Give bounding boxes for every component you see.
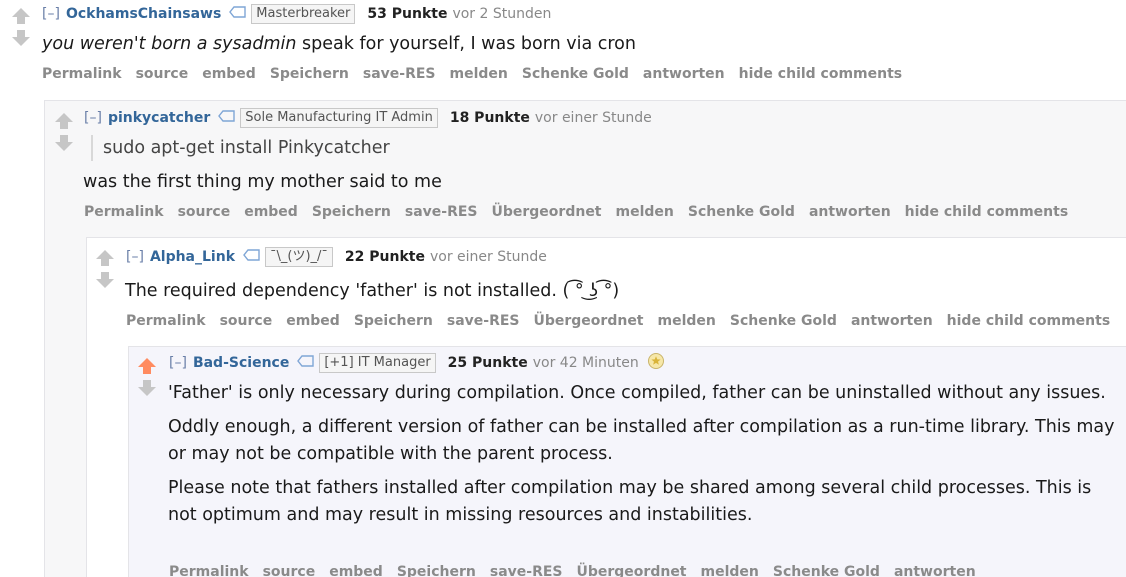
flair-tag-icon <box>297 355 315 371</box>
timestamp[interactable]: vor einer Stunde <box>535 110 652 126</box>
points-count: 22 Punkte <box>344 249 425 265</box>
save-res-button[interactable]: save-RES <box>447 313 520 329</box>
hide-child-comments-button[interactable]: hide child comments <box>947 313 1111 329</box>
comment-actions: Permalink source embed Speichern save-RE… <box>126 313 1124 329</box>
permalink-button[interactable]: Permalink <box>126 313 206 329</box>
user-flair: Masterbreaker <box>251 4 356 24</box>
comment-tagline: [–] pinkycatcher Sole Manufacturing IT A… <box>84 108 652 128</box>
permalink-button[interactable]: Permalink <box>42 66 122 82</box>
user-flair: [+1] IT Manager <box>319 353 436 373</box>
timestamp[interactable]: vor 2 Stunden <box>452 6 551 22</box>
report-button[interactable]: melden <box>701 564 759 577</box>
user-flair: ¯\_(ツ)_/¯ <box>265 247 333 267</box>
permalink-button[interactable]: Permalink <box>169 564 249 577</box>
comment-body-italic: you weren't born a sysadmin <box>42 34 297 54</box>
give-gold-button[interactable]: Schenke Gold <box>522 66 629 82</box>
comment-body-text: speak for yourself, I was born via cron <box>296 34 636 54</box>
embed-button[interactable]: embed <box>329 564 383 577</box>
parent-button[interactable]: Übergeordnet <box>577 564 687 577</box>
parent-button[interactable]: Übergeordnet <box>492 204 602 220</box>
gold-award-icon[interactable] <box>647 352 665 374</box>
comment-body: was the first thing my mother said to me <box>83 172 442 192</box>
save-res-button[interactable]: save-RES <box>405 204 478 220</box>
reply-button[interactable]: antworten <box>894 564 976 577</box>
collapse-toggle[interactable]: [–] <box>126 249 144 265</box>
comment-paragraph: Please note that fathers installed after… <box>168 478 1092 525</box>
save-res-button[interactable]: save-RES <box>490 564 563 577</box>
save-button[interactable]: Speichern <box>354 313 433 329</box>
flair-tag-icon <box>229 6 247 22</box>
author-link[interactable]: Bad-Science <box>193 355 289 371</box>
report-button[interactable]: melden <box>616 204 674 220</box>
save-button[interactable]: Speichern <box>312 204 391 220</box>
give-gold-button[interactable]: Schenke Gold <box>688 204 795 220</box>
upvote-arrow-icon[interactable] <box>53 111 75 131</box>
reply-button[interactable]: antworten <box>809 204 891 220</box>
save-button[interactable]: Speichern <box>270 66 349 82</box>
flair-tag-icon <box>243 249 261 265</box>
comment-actions: Permalink source embed Speichern save-RE… <box>84 204 1082 220</box>
source-button[interactable]: source <box>220 313 273 329</box>
comment-tagline: [–] OckhamsChainsaws Masterbreaker 53 Pu… <box>42 4 551 24</box>
author-link[interactable]: Alpha_Link <box>150 249 235 265</box>
comment-bad-science: [–] Bad-Science [+1] IT Manager 25 Punkt… <box>128 346 1126 577</box>
source-button[interactable]: source <box>136 66 189 82</box>
author-link[interactable]: pinkycatcher <box>108 110 210 126</box>
points-count: 25 Punkte <box>447 355 528 371</box>
hide-child-comments-button[interactable]: hide child comments <box>739 66 903 82</box>
embed-button[interactable]: embed <box>286 313 340 329</box>
comment-actions: Permalink source embed Speichern save-RE… <box>169 564 990 577</box>
upvote-arrow-icon[interactable] <box>94 248 116 268</box>
points-count: 18 Punkte <box>449 110 530 126</box>
report-button[interactable]: melden <box>450 66 508 82</box>
comment-paragraph: 'Father' is only necessary during compil… <box>168 383 1106 403</box>
give-gold-button[interactable]: Schenke Gold <box>730 313 837 329</box>
upvote-arrow-icon[interactable] <box>136 356 158 376</box>
comment-paragraph: Oddly enough, a different version of fat… <box>168 417 1115 464</box>
collapse-toggle[interactable]: [–] <box>84 110 102 126</box>
embed-button[interactable]: embed <box>202 66 256 82</box>
points-count: 53 Punkte <box>367 6 448 22</box>
reply-button[interactable]: antworten <box>643 66 725 82</box>
author-link[interactable]: OckhamsChainsaws <box>66 6 221 22</box>
downvote-arrow-icon[interactable] <box>136 378 158 398</box>
downvote-arrow-icon[interactable] <box>10 28 32 48</box>
report-button[interactable]: melden <box>658 313 716 329</box>
collapse-toggle[interactable]: [–] <box>42 6 60 22</box>
timestamp[interactable]: vor einer Stunde <box>430 249 547 265</box>
downvote-arrow-icon[interactable] <box>94 270 116 290</box>
collapse-toggle[interactable]: [–] <box>169 355 187 371</box>
comment-actions: Permalink source embed Speichern save-RE… <box>42 66 916 82</box>
comment-tagline: [–] Bad-Science [+1] IT Manager 25 Punkt… <box>169 353 665 373</box>
source-button[interactable]: source <box>178 204 231 220</box>
comment-tagline: [–] Alpha_Link ¯\_(ツ)_/¯ 22 Punkte vor e… <box>126 247 547 267</box>
source-button[interactable]: source <box>263 564 316 577</box>
blockquote: sudo apt-get install Pinkycatcher <box>91 135 390 161</box>
permalink-button[interactable]: Permalink <box>84 204 164 220</box>
downvote-arrow-icon[interactable] <box>53 133 75 153</box>
save-res-button[interactable]: save-RES <box>363 66 436 82</box>
timestamp[interactable]: vor 42 Minuten <box>533 355 639 371</box>
flair-tag-icon <box>218 110 236 126</box>
hide-child-comments-button[interactable]: hide child comments <box>905 204 1069 220</box>
save-button[interactable]: Speichern <box>397 564 476 577</box>
upvote-arrow-icon[interactable] <box>10 6 32 26</box>
embed-button[interactable]: embed <box>244 204 298 220</box>
comment-body: you weren't born a sysadmin speak for yo… <box>42 31 1112 58</box>
parent-button[interactable]: Übergeordnet <box>534 313 644 329</box>
comment-body: 'Father' is only necessary during compil… <box>168 380 1123 529</box>
reply-button[interactable]: antworten <box>851 313 933 329</box>
user-flair: Sole Manufacturing IT Admin <box>240 108 438 128</box>
give-gold-button[interactable]: Schenke Gold <box>773 564 880 577</box>
comment-body: The required dependency 'father' is not … <box>125 281 620 301</box>
